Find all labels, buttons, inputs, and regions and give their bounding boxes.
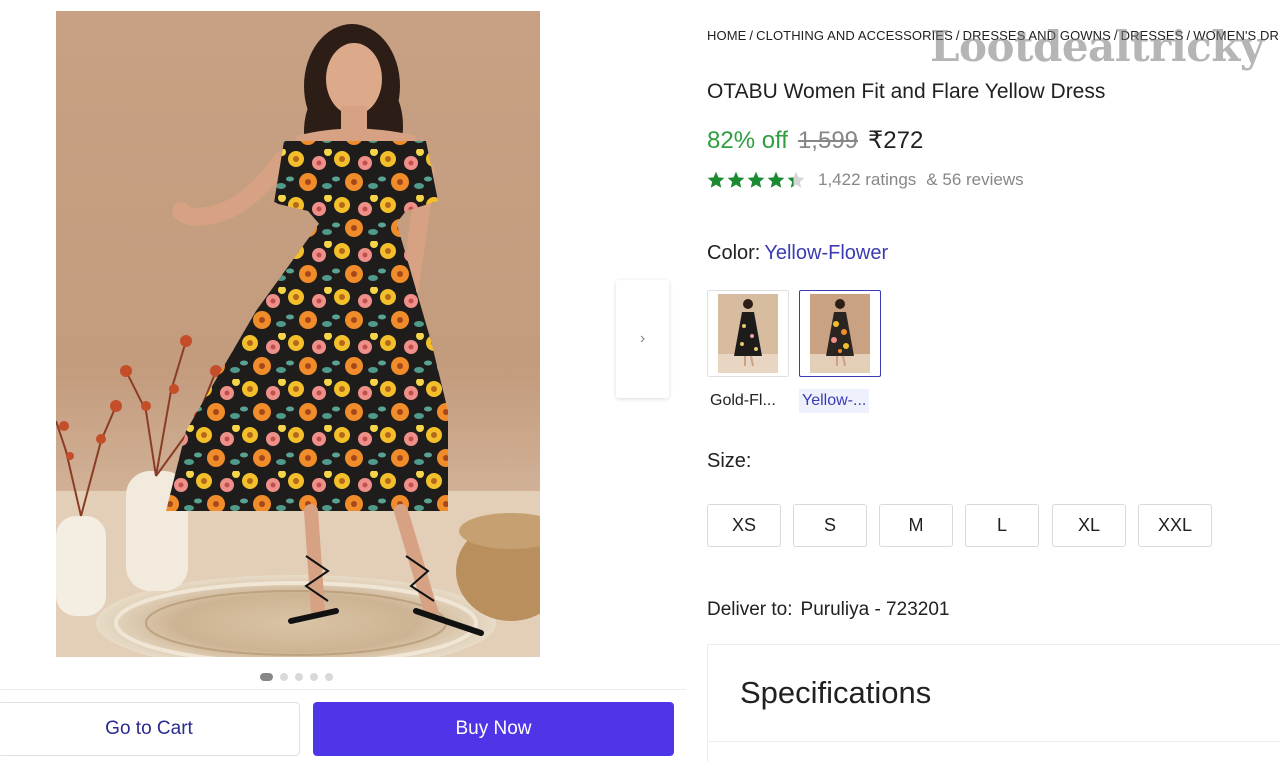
deliver-label: Deliver to: [707, 599, 793, 620]
swatch-thumbnail [718, 294, 778, 373]
specifications-card: Specifications [707, 644, 1280, 762]
carousel-dot-3[interactable] [295, 673, 303, 681]
star-icon [727, 171, 745, 188]
star-half-icon [787, 171, 805, 188]
star-icon [767, 171, 785, 188]
product-title: OTABU Women Fit and Flare Yellow Dress [707, 80, 1106, 103]
color-label: Color: Yellow-Flower [707, 242, 888, 265]
discount-badge: 82% off [707, 127, 788, 154]
breadcrumb-dresses[interactable]: DRESSES [1121, 28, 1184, 43]
chevron-right-icon: › [639, 330, 646, 347]
dress-photo [56, 24, 540, 657]
size-option-s[interactable]: S [793, 504, 867, 547]
carousel-dot-4[interactable] [310, 673, 318, 681]
size-option-m[interactable]: M [879, 504, 953, 547]
star-icon [707, 171, 725, 188]
color-swatch-gold-flower[interactable] [707, 290, 789, 377]
breadcrumb-dresses-gowns[interactable]: DRESSES AND GOWNS [963, 28, 1111, 43]
carousel-dots [260, 673, 333, 681]
carousel-dot-5[interactable] [325, 673, 333, 681]
rating-stars [706, 170, 806, 190]
delivery-row: Deliver to: Puruliya - 723201 [707, 599, 949, 621]
ratings-count: 1,422 ratings [818, 170, 917, 189]
reviews-count: & 56 reviews [926, 170, 1024, 189]
color-option-label[interactable]: Gold-Fl... [707, 389, 779, 413]
size-option-xl[interactable]: XL [1052, 504, 1126, 547]
color-option-label[interactable]: Yellow-... [799, 389, 870, 413]
size-option-xxl[interactable]: XXL [1138, 504, 1212, 547]
size-option-xs[interactable]: XS [707, 504, 781, 547]
action-bar: Go to Cart Buy Now [0, 689, 686, 762]
breadcrumb: HOME / CLOTHING AND ACCESSORIES / DRESSES AN… [707, 28, 1280, 43]
breadcrumb-clothing[interactable]: CLOTHING AND ACCESSORIES [756, 28, 953, 43]
color-label-text: Color: [707, 242, 761, 264]
carousel-dot-1[interactable] [260, 673, 273, 681]
color-swatch-yellow-flower[interactable] [799, 290, 881, 377]
breadcrumb-home[interactable]: HOME [707, 28, 746, 43]
image-next-button[interactable]: › [616, 280, 669, 398]
buy-now-button[interactable]: Buy Now [313, 702, 674, 756]
original-price: 1,599 [797, 127, 859, 154]
size-option-l[interactable]: L [965, 504, 1039, 547]
star-icon [747, 171, 765, 188]
delivery-location[interactable]: Puruliya - 723201 [801, 599, 950, 620]
size-label: Size: [707, 450, 752, 472]
swatch-thumbnail [810, 294, 870, 373]
price-row: 82% off 1,599 ₹272 [707, 126, 923, 155]
breadcrumb-womens-dresses[interactable]: WOMEN'S DRESSES [1193, 28, 1280, 43]
selected-color: Yellow-Flower [764, 242, 889, 264]
go-to-cart-button[interactable]: Go to Cart [0, 702, 300, 756]
carousel-dot-2[interactable] [280, 673, 288, 681]
product-image[interactable] [56, 11, 540, 657]
selling-price: ₹272 [868, 127, 924, 154]
divider [708, 741, 1280, 742]
rating-row[interactable]: 1,422 ratings & 56 reviews [706, 170, 1024, 190]
specifications-title: Specifications [740, 675, 932, 710]
